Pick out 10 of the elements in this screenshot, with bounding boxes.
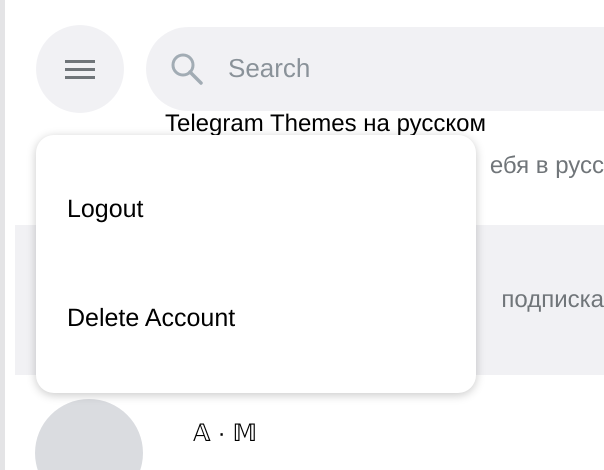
chat-title: 𝔸 · 𝕄 (193, 419, 258, 448)
search-field[interactable]: Search (146, 26, 604, 110)
chat-title: Telegram Themes на русском (165, 110, 487, 138)
menu-item[interactable]: Logout (36, 195, 476, 224)
chat-row[interactable]: 𝔸 · 𝕄 (5, 375, 604, 470)
chat-preview: подписка (501, 286, 604, 314)
menu-icon (65, 58, 95, 80)
menu-item[interactable]: Delete Account (36, 304, 476, 333)
search-icon (170, 52, 204, 86)
chat-preview: ебя в русс (490, 152, 604, 180)
